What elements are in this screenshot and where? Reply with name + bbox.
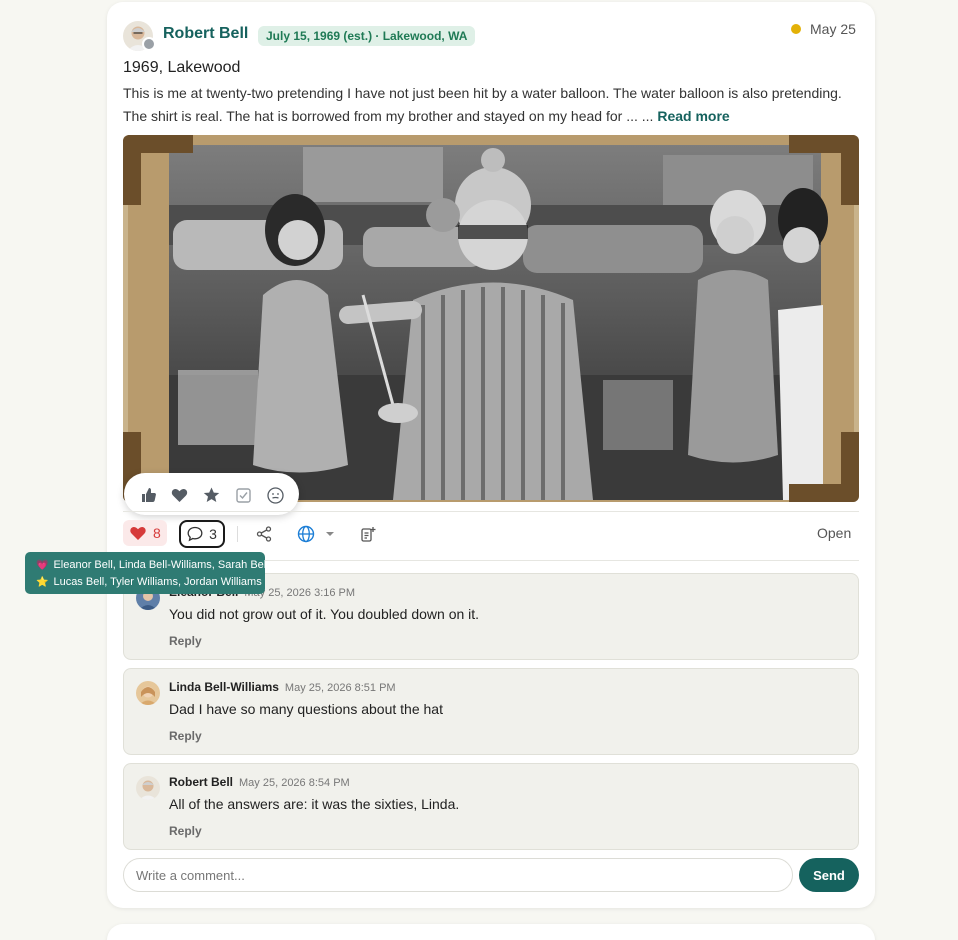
- comment-input[interactable]: [123, 858, 793, 892]
- thumbs-up-icon[interactable]: [138, 485, 158, 505]
- heart-emoji-icon: 💗: [36, 560, 49, 571]
- star-icon[interactable]: [201, 485, 221, 505]
- reaction-picker: [124, 473, 299, 515]
- star-emoji-icon: ⭐: [36, 577, 49, 588]
- like-count: 8: [153, 525, 161, 541]
- comment-time: May 25, 2026 8:54 PM: [239, 777, 350, 789]
- comment-count: 3: [209, 526, 217, 542]
- visibility-globe-icon[interactable]: [296, 524, 316, 544]
- author-name[interactable]: Robert Bell: [163, 25, 248, 43]
- check-square-icon[interactable]: [233, 485, 253, 505]
- post-body-ellipsis: ...: [637, 108, 654, 124]
- commenter-name: Robert Bell May 25, 2026 8:54 PM: [169, 775, 350, 789]
- heart-icon: [130, 526, 146, 540]
- reply-button[interactable]: Reply: [169, 729, 202, 743]
- comment-button[interactable]: 3: [179, 520, 225, 548]
- send-button[interactable]: Send: [799, 858, 859, 892]
- comment-item: Linda Bell-Williams May 25, 2026 8:51 PM …: [123, 668, 859, 755]
- tooltip-row-hearts: 💗 Eleanor Bell, Linda Bell-Williams, Sara…: [36, 557, 265, 574]
- post-photo[interactable]: [123, 135, 859, 502]
- post-body: This is me at twenty-two pretending I ha…: [123, 82, 853, 128]
- comment-time: May 25, 2026 8:51 PM: [284, 682, 396, 694]
- status-dot: [791, 24, 801, 34]
- reply-button[interactable]: Reply: [169, 824, 202, 838]
- like-button[interactable]: 8: [123, 520, 167, 546]
- presence-indicator: [142, 37, 156, 51]
- post-title: 1969, Lakewood: [123, 59, 241, 76]
- date-location-chip[interactable]: July 15, 1969 (est.) · Lakewood, WA: [258, 26, 476, 46]
- comment-text: You did not grow out of it. You doubled …: [169, 606, 480, 622]
- toolbar-divider-top: [123, 511, 859, 512]
- commenter-avatar[interactable]: [136, 776, 160, 800]
- comment-text: Dad I have so many questions about the h…: [169, 701, 443, 717]
- add-to-album-icon[interactable]: [358, 524, 378, 544]
- post-date: May 25: [810, 21, 856, 37]
- tooltip-star-names: Lucas Bell, Tyler Williams, Jordan Willi…: [53, 576, 262, 588]
- post-body-text: This is me at twenty-two pretending I ha…: [123, 85, 842, 124]
- commenter-name: Linda Bell-Williams May 25, 2026 8:51 PM: [169, 680, 396, 694]
- tooltip-heart-names: Eleanor Bell, Linda Bell-Williams, Sarah…: [53, 559, 265, 571]
- reactions-tooltip: 💗 Eleanor Bell, Linda Bell-Williams, Sara…: [25, 552, 265, 594]
- share-icon[interactable]: [254, 524, 274, 544]
- comment-bubble-icon: [187, 526, 203, 542]
- open-post-link[interactable]: Open: [817, 525, 851, 541]
- read-more-link[interactable]: Read more: [657, 108, 729, 124]
- smile-icon[interactable]: [265, 485, 285, 505]
- tooltip-row-stars: ⭐ Lucas Bell, Tyler Williams, Jordan Will…: [36, 574, 265, 591]
- next-post-card: [107, 924, 875, 940]
- chevron-down-icon[interactable]: [322, 524, 338, 544]
- commenter-avatar[interactable]: [136, 681, 160, 705]
- comment-item: Robert Bell May 25, 2026 8:54 PM All of t…: [123, 763, 859, 850]
- comment-text: All of the answers are: it was the sixti…: [169, 796, 460, 812]
- heart-icon[interactable]: [169, 485, 189, 505]
- reply-button[interactable]: Reply: [169, 634, 202, 648]
- toolbar-separator: [237, 526, 238, 542]
